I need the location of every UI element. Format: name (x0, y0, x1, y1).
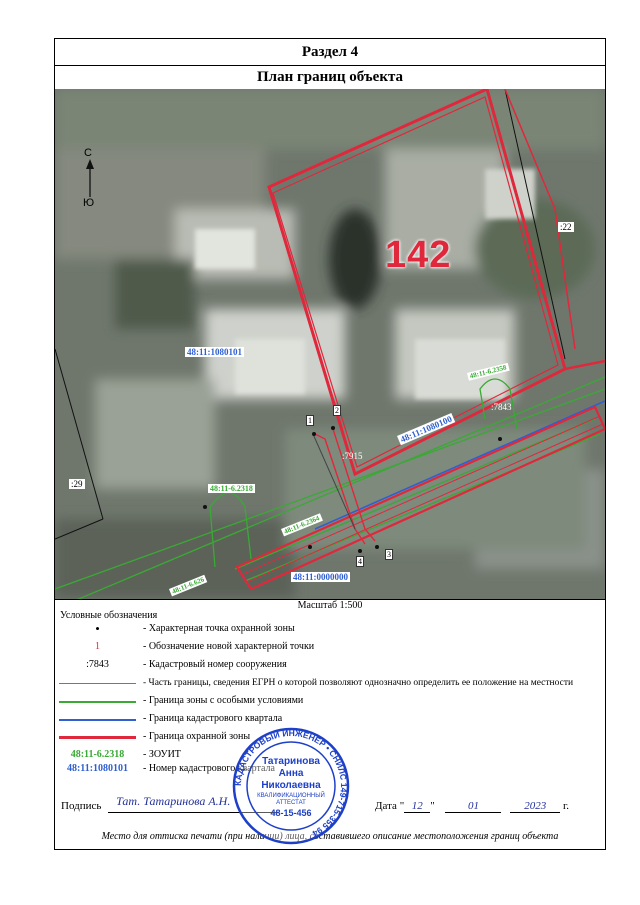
legend-point-symbol: • (95, 621, 100, 636)
point-1-label: 1 (306, 415, 314, 426)
stamp-name-3: Николаевна (261, 780, 321, 791)
legend-row-egrn: - Часть границы, сведения ЕГРН о которой… (55, 676, 605, 690)
legend-quarter-number-symbol: 48:11:1080101 (66, 763, 129, 774)
map-svg (55, 89, 605, 599)
point-2-marker (331, 426, 335, 430)
stamp-attestat-1: КВАЛИФИКАЦИОННЫЙ (257, 793, 325, 799)
legend-cadastral-symbol: :7843 (86, 659, 109, 670)
legend-row-zone: - Граница зоны с особыми условиями (55, 694, 605, 708)
document-sheet: Раздел 4 План границ объекта С Ю 142:22… (54, 38, 606, 850)
legend-new-point-text: - Обозначение новой характерной точки (143, 641, 315, 652)
point-4-label: 4 (356, 556, 364, 567)
legend-zouit-symbol: 48:11-6.2318 (70, 749, 125, 760)
house-number-label: 142 (385, 234, 452, 276)
cadastral-7915-label: :7915 (342, 451, 363, 461)
stamp-name-2: Анна (278, 768, 304, 779)
stamp-attestat-2: АТТЕСТАТ (276, 800, 306, 806)
quarter-1080101-label: 48:11:1080101 (185, 347, 244, 357)
plan-title: План границ объекта (55, 65, 605, 90)
legend-title: Условные обозначения (60, 610, 158, 621)
date-block: Дата " 12 " 01 2023 г. (375, 800, 569, 813)
satellite-map: С Ю 142 :22 :29 48:11:1080101 48:11:1080… (55, 89, 605, 600)
legend-quarter-text: - Граница кадастрового квартала (143, 713, 283, 724)
lot-29-label: :29 (69, 479, 85, 489)
engineer-stamp: КАДАСТРОВЫЙ ИНЖЕНЕР • СНИЛС 149-715-355 … (231, 726, 351, 846)
date-year: 2023 (510, 800, 561, 813)
legend-row-point: • - Характерная точка охранной зоны (55, 622, 605, 636)
point-3-marker (375, 545, 379, 549)
legend-row-cadastral: :7843 - Кадастровый номер сооружения (55, 658, 605, 672)
point-1-marker (312, 432, 316, 436)
date-label: Дата (375, 800, 397, 812)
legend-zone-line (55, 694, 140, 708)
section-title: Раздел 4 (55, 39, 605, 66)
cadastral-7843-label: :7843 (491, 402, 512, 412)
compass-north-label: С (84, 147, 92, 159)
legend-guard-line (55, 730, 140, 744)
stamp-name-1: Татаринова (262, 756, 320, 767)
date-month: 01 (445, 800, 502, 813)
point-2-label: 2 (333, 405, 341, 416)
zone-2318-label: 48:11-6.2318 (208, 484, 255, 493)
quarter-0000000-label: 48:11:0000000 (291, 572, 350, 582)
legend-zone-text: - Граница зоны с особыми условиями (143, 695, 304, 706)
legend-row-new-point: 1 - Обозначение новой характерной точки (55, 640, 605, 654)
legend-row-quarter: - Граница кадастрового квартала (55, 712, 605, 726)
legend-egrn-text: - Часть границы, сведения ЕГРН о которой… (143, 678, 574, 688)
legend-quarter-line (55, 712, 140, 726)
date-day: 12 (404, 800, 431, 813)
legend-new-point-symbol: 1 (95, 641, 100, 652)
date-year-suffix: г. (562, 800, 569, 812)
signature-label: Подпись (61, 800, 102, 812)
signature-handwriting: Тат. Татаринова А.Н. (116, 794, 231, 808)
legend-egrn-line (55, 676, 140, 690)
legend-zouit-text: - ЗОУИТ (143, 749, 181, 760)
compass-south-label: Ю (83, 197, 95, 209)
stamp-attestat-number: 48-15-456 (270, 808, 312, 818)
point-4-marker (358, 549, 362, 553)
point-3-label: 3 (385, 549, 393, 560)
legend-point-text: - Характерная точка охранной зоны (143, 623, 295, 634)
legend-cadastral-text: - Кадастровый номер сооружения (143, 659, 287, 670)
lot-22-label: :22 (558, 222, 574, 232)
